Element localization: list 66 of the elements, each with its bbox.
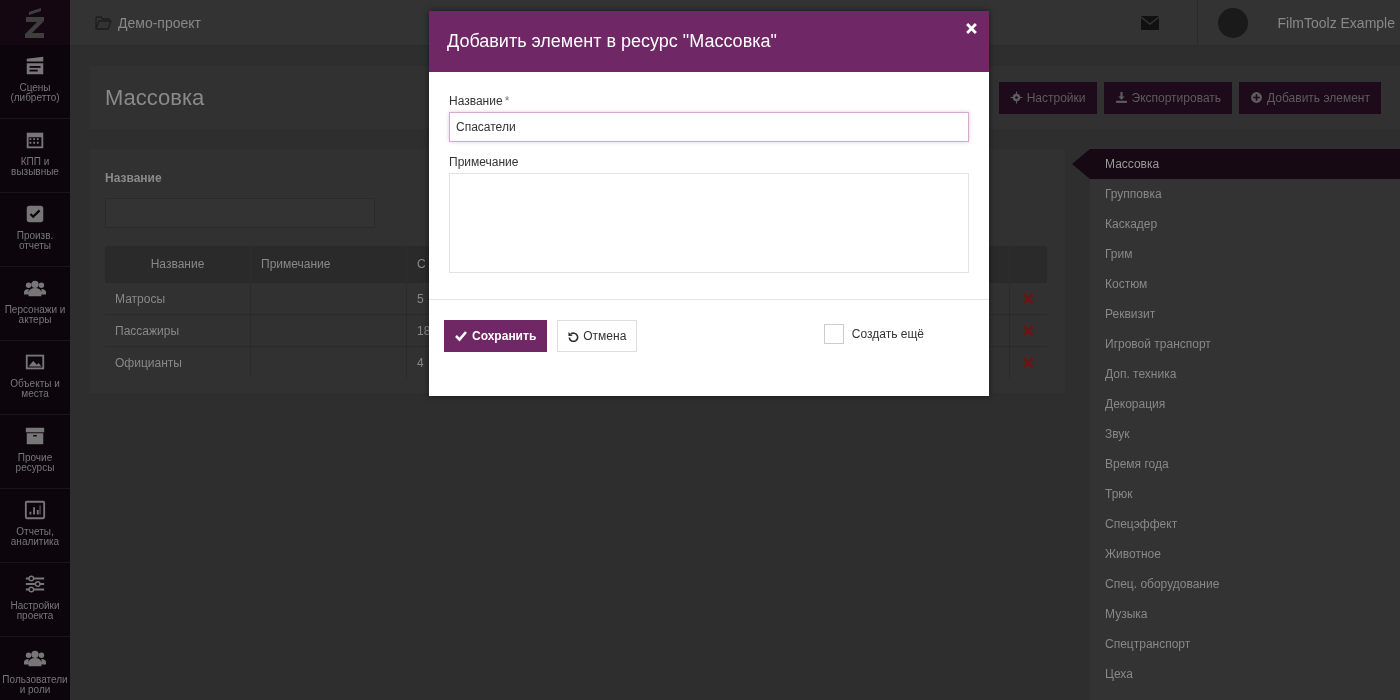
name-input[interactable]: Спасатели bbox=[449, 112, 969, 142]
header-button[interactable]: Экспортировать bbox=[1103, 81, 1233, 114]
resource-nav-item[interactable]: Каскадер bbox=[1072, 209, 1400, 239]
sidebar-item[interactable]: Персонажи и актеры bbox=[0, 267, 70, 341]
page-title: Массовка bbox=[105, 84, 205, 111]
avatar[interactable] bbox=[1217, 7, 1248, 38]
sidebar-item[interactable]: Произв. отчеты bbox=[0, 193, 70, 267]
checkbox[interactable] bbox=[823, 324, 844, 344]
settings-icon bbox=[1009, 91, 1023, 104]
resource-nav-item[interactable]: Цеха bbox=[1072, 659, 1400, 689]
resource-nav-item[interactable]: Массовка bbox=[1072, 149, 1400, 179]
sidebar-item[interactable]: Пользователи и роли bbox=[0, 637, 70, 700]
logo-icon[interactable] bbox=[24, 6, 46, 39]
column-header: Примечание bbox=[251, 246, 407, 282]
resource-nav-item[interactable]: Грим bbox=[1072, 239, 1400, 269]
required-mark: * bbox=[504, 94, 510, 108]
user-name[interactable]: FilmToolz Example bbox=[1277, 14, 1395, 31]
resource-nav-item[interactable]: Реквизит bbox=[1072, 299, 1400, 329]
archive-box-icon bbox=[24, 425, 46, 447]
resource-nav-item[interactable]: Звук bbox=[1072, 419, 1400, 449]
resource-nav-item[interactable]: Доп. техника bbox=[1072, 359, 1400, 389]
check-icon bbox=[455, 330, 467, 342]
modal-title: Добавить элемент в ресурс "Массовка" bbox=[447, 31, 777, 52]
plus-circle-icon bbox=[1250, 91, 1264, 104]
delete-icon[interactable] bbox=[1023, 357, 1034, 368]
resource-nav-item[interactable]: Костюм bbox=[1072, 269, 1400, 299]
field-label: Примечание bbox=[449, 155, 519, 169]
sidebar-item[interactable]: Объекты и места bbox=[0, 341, 70, 415]
resource-nav-item[interactable]: Игровой транспорт bbox=[1072, 329, 1400, 359]
header-button[interactable]: Добавить элемент bbox=[1239, 81, 1381, 114]
download-icon bbox=[1114, 91, 1128, 104]
sidebar-item[interactable]: Отчеты, аналитика bbox=[0, 489, 70, 563]
checkbox-icon bbox=[24, 203, 46, 225]
delete-icon[interactable] bbox=[1023, 293, 1034, 304]
sidebar-item[interactable]: Прочие ресурсы bbox=[0, 415, 70, 489]
table-cell: Пассажиры bbox=[105, 314, 251, 346]
resource-nav-item[interactable]: Спец. оборудование bbox=[1072, 569, 1400, 599]
table-cell: Официанты bbox=[105, 346, 251, 378]
checkbox-label[interactable]: Создать ещё bbox=[851, 327, 924, 341]
resource-nav-item[interactable]: Групповка bbox=[1072, 179, 1400, 209]
close-icon[interactable] bbox=[966, 23, 977, 34]
resource-nav-item[interactable]: Музыка bbox=[1072, 599, 1400, 629]
table-cell: Матросы bbox=[105, 282, 251, 314]
field-label: Название bbox=[449, 94, 503, 108]
resource-nav-item[interactable]: Животное bbox=[1072, 539, 1400, 569]
note-textarea[interactable] bbox=[449, 173, 969, 273]
sidebar-item[interactable]: КПП и вызывные bbox=[0, 119, 70, 193]
sidebar-item[interactable]: Настройки проекта bbox=[0, 563, 70, 637]
resource-nav-item[interactable]: Время года bbox=[1072, 449, 1400, 479]
resource-nav-item[interactable]: Декорация bbox=[1072, 389, 1400, 419]
filter-label: Название bbox=[105, 171, 163, 185]
save-button[interactable]: Сохранить bbox=[444, 320, 548, 352]
delete-icon[interactable] bbox=[1023, 325, 1034, 336]
sliders-icon bbox=[24, 573, 46, 595]
clapperboard-icon bbox=[24, 55, 46, 77]
resource-nav-item[interactable]: Спецэффект bbox=[1072, 509, 1400, 539]
column-header: Название bbox=[105, 246, 251, 282]
header-button[interactable]: Настройки bbox=[998, 81, 1097, 114]
bar-chart-icon bbox=[24, 499, 46, 521]
cancel-button[interactable]: Отмена bbox=[557, 320, 638, 352]
project-name[interactable]: Демо-проект bbox=[95, 14, 201, 31]
sidebar-item[interactable]: Сцены (либретто) bbox=[0, 45, 70, 119]
resource-nav-item[interactable]: Трюк bbox=[1072, 479, 1400, 509]
mail-icon[interactable] bbox=[1140, 15, 1159, 30]
undo-icon bbox=[568, 330, 580, 342]
resource-nav-item[interactable]: Спецтранспорт bbox=[1072, 629, 1400, 659]
